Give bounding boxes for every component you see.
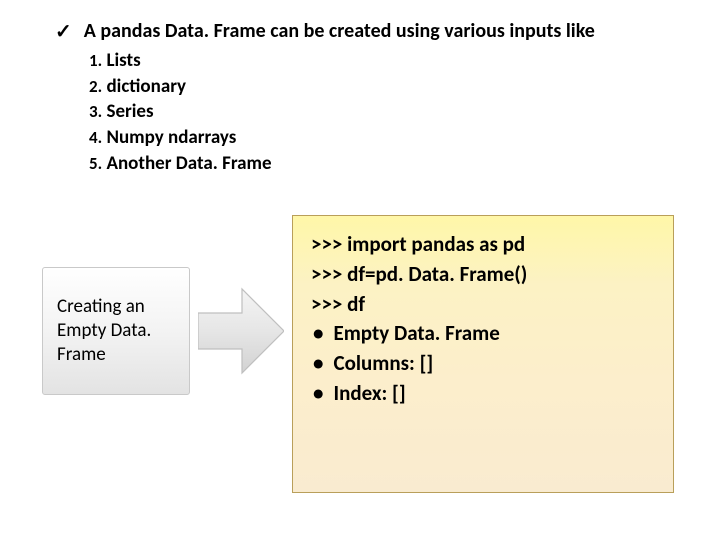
- code-bullet: •Columns: []: [311, 349, 655, 379]
- bullet-dot-icon: •: [313, 379, 323, 409]
- intro-bullet: ✓ A pandas Data. Frame can be created us…: [55, 18, 680, 44]
- intro-text: A pandas Data. Frame can be created usin…: [84, 18, 595, 44]
- left-callout-text: Creating an Empty Data. Frame: [57, 295, 179, 366]
- code-line: >>> df: [311, 290, 655, 320]
- code-line: >>> df=pd. Data. Frame(): [311, 260, 655, 290]
- list-item: 4. Numpy ndarrays: [89, 125, 680, 151]
- list-item: 3. Series: [89, 99, 680, 125]
- code-box: >>> import pandas as pd >>> df=pd. Data.…: [292, 215, 674, 493]
- left-callout-box: Creating an Empty Data. Frame: [42, 267, 190, 395]
- bullet-dot-icon: •: [313, 349, 323, 379]
- list-item: 1. Lists: [89, 48, 680, 74]
- bullet-dot-icon: •: [313, 319, 323, 349]
- top-section: ✓ A pandas Data. Frame can be created us…: [0, 0, 720, 176]
- lower-section: Creating an Empty Data. Frame >>> import…: [0, 215, 720, 535]
- input-list: 1. Lists 2. dictionary 3. Series 4. Nump…: [89, 48, 680, 176]
- code-bullet: •Empty Data. Frame: [311, 319, 655, 349]
- list-item: 2. dictionary: [89, 74, 680, 100]
- checkmark-icon: ✓: [55, 20, 72, 44]
- code-line: >>> import pandas as pd: [311, 230, 655, 260]
- list-item: 5. Another Data. Frame: [89, 151, 680, 177]
- code-bullet: •Index: []: [311, 379, 655, 409]
- arrow-right-icon: [198, 283, 284, 379]
